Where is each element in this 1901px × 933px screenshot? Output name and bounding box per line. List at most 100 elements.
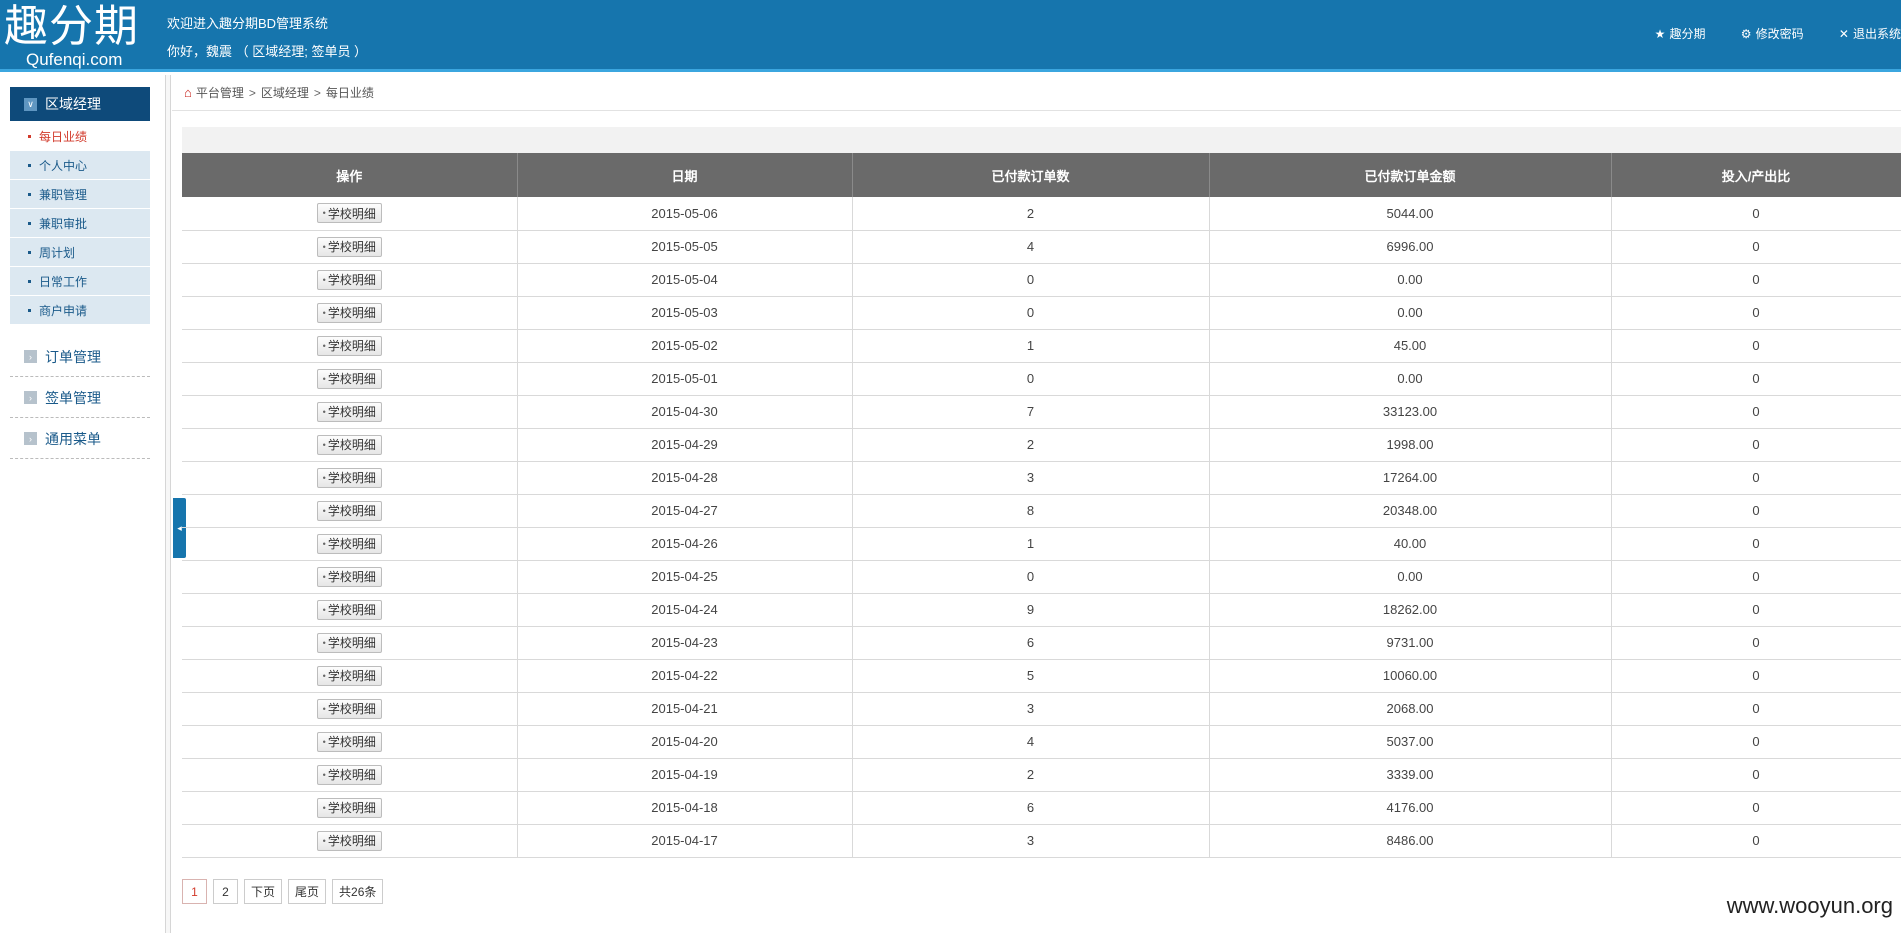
cell-roi: 0 xyxy=(1611,395,1901,429)
logout-link[interactable]: ✕ 退出系统 xyxy=(1839,25,1901,42)
column-header-paid-amount[interactable]: 已付款订单金额 xyxy=(1209,153,1612,197)
school-detail-label: 学校明细 xyxy=(327,768,376,782)
cell-roi: 0 xyxy=(1611,428,1901,462)
sidebar-item-parttime-management[interactable]: 兼职管理 xyxy=(10,179,150,208)
next-page-button[interactable]: 下页 xyxy=(244,879,283,904)
cell-roi: 0 xyxy=(1611,824,1901,858)
page-2-button[interactable]: 2 xyxy=(213,879,238,904)
bullet-icon: • xyxy=(322,703,326,714)
school-detail-button[interactable]: • 学校明细 xyxy=(316,368,382,389)
breadcrumb: ⌂ 平台管理 > 区域经理 > 每日业绩 xyxy=(172,75,1901,111)
last-page-button[interactable]: 尾页 xyxy=(288,879,327,904)
cell-roi: 0 xyxy=(1611,692,1901,726)
breadcrumb-item-platform[interactable]: 平台管理 xyxy=(196,84,244,101)
home-site-link[interactable]: ★ 趣分期 xyxy=(1655,25,1706,42)
sidebar-group-order-management[interactable]: › 订单管理 xyxy=(10,337,150,377)
school-detail-button[interactable]: • 学校明细 xyxy=(316,434,382,455)
cell-paid-orders: 3 xyxy=(852,461,1210,495)
school-detail-button[interactable]: • 学校明细 xyxy=(316,830,382,851)
cell-roi: 0 xyxy=(1611,329,1901,363)
column-header-paid-orders[interactable]: 已付款订单数 xyxy=(852,153,1210,197)
sidebar-item-weekly-plan[interactable]: 周计划 xyxy=(10,237,150,266)
breadcrumb-item-region-manager[interactable]: 区域经理 xyxy=(261,84,309,101)
breadcrumb-separator: > xyxy=(248,85,256,100)
column-header-date[interactable]: 日期 xyxy=(517,153,853,197)
bullet-icon: • xyxy=(322,241,326,252)
cell-paid-orders: 4 xyxy=(852,230,1210,264)
cell-action: • 学校明细 xyxy=(182,197,518,231)
home-icon[interactable]: ⌂ xyxy=(184,85,192,100)
school-detail-label: 学校明细 xyxy=(327,240,376,254)
sidebar-group-label: 签单管理 xyxy=(45,389,101,406)
cell-roi: 0 xyxy=(1611,758,1901,792)
cell-date: 2015-05-01 xyxy=(517,362,853,396)
school-detail-button[interactable]: • 学校明细 xyxy=(316,698,382,719)
logo-main-text: 趣分期 xyxy=(4,1,139,52)
school-detail-button[interactable]: • 学校明细 xyxy=(316,533,382,554)
cell-action: • 学校明细 xyxy=(182,560,518,594)
change-password-link[interactable]: ⚙ 修改密码 xyxy=(1741,25,1804,42)
school-detail-button[interactable]: • 学校明细 xyxy=(316,335,382,356)
school-detail-button[interactable]: • 学校明细 xyxy=(316,401,382,422)
cell-date: 2015-05-05 xyxy=(517,230,853,264)
cell-action: • 学校明细 xyxy=(182,263,518,297)
school-detail-button[interactable]: • 学校明细 xyxy=(316,302,382,323)
sidebar-item-label: 日常工作 xyxy=(39,274,88,289)
school-detail-label: 学校明细 xyxy=(327,306,376,320)
sidebar-item-parttime-approval[interactable]: 兼职审批 xyxy=(10,208,150,237)
cell-date: 2015-04-28 xyxy=(517,461,853,495)
sidebar-group-common-menu[interactable]: › 通用菜单 xyxy=(10,419,150,459)
school-detail-button[interactable]: • 学校明细 xyxy=(316,566,382,587)
school-detail-button[interactable]: • 学校明细 xyxy=(316,203,382,224)
sidebar-item-personal-center[interactable]: 个人中心 xyxy=(10,150,150,179)
sidebar-item-daily-work[interactable]: 日常工作 xyxy=(10,266,150,295)
table-row: • 学校明细 2015-04-20 4 5037.00 0 xyxy=(182,725,1901,759)
cell-date: 2015-04-19 xyxy=(517,758,853,792)
table-row: • 学校明细 2015-04-22 5 10060.00 0 xyxy=(182,659,1901,693)
brand-logo[interactable]: 趣分期 Qufenqi.com xyxy=(4,2,154,70)
bullet-icon xyxy=(28,221,31,225)
total-count: 共26条 xyxy=(332,879,384,904)
cell-action: • 学校明细 xyxy=(182,791,518,825)
table-row: • 学校明细 2015-05-05 4 6996.00 0 xyxy=(182,230,1901,264)
page-1-button[interactable]: 1 xyxy=(182,879,207,904)
cell-action: • 学校明细 xyxy=(182,692,518,726)
bullet-icon xyxy=(28,134,31,138)
sidebar-divider[interactable] xyxy=(165,75,171,933)
school-detail-button[interactable]: • 学校明细 xyxy=(316,236,382,257)
table-row: • 学校明细 2015-04-27 8 20348.00 0 xyxy=(182,494,1901,528)
school-detail-label: 学校明细 xyxy=(327,735,376,749)
bullet-icon: • xyxy=(322,208,326,219)
cell-paid-orders: 9 xyxy=(852,593,1210,627)
bullet-icon: • xyxy=(322,406,326,417)
column-header-roi[interactable]: 投入/产出比 xyxy=(1611,153,1901,197)
school-detail-button[interactable]: • 学校明细 xyxy=(316,632,382,653)
cell-action: • 学校明细 xyxy=(182,329,518,363)
school-detail-button[interactable]: • 学校明细 xyxy=(316,599,382,620)
school-detail-label: 学校明细 xyxy=(327,273,376,287)
school-detail-label: 学校明细 xyxy=(327,339,376,353)
cell-paid-orders: 2 xyxy=(852,197,1210,231)
bullet-icon: • xyxy=(322,340,326,351)
bullet-icon: • xyxy=(322,670,326,681)
school-detail-button[interactable]: • 学校明细 xyxy=(316,665,382,686)
sidebar-group-signing-management[interactable]: › 签单管理 xyxy=(10,378,150,418)
cell-paid-amount: 10060.00 xyxy=(1209,659,1612,693)
breadcrumb-item-current: 每日业绩 xyxy=(325,86,374,100)
cell-action: • 学校明细 xyxy=(182,659,518,693)
school-detail-button[interactable]: • 学校明细 xyxy=(316,731,382,752)
table-row: • 学校明细 2015-05-06 2 5044.00 0 xyxy=(182,197,1901,231)
cell-action: • 学校明细 xyxy=(182,527,518,561)
sidebar-section-region-manager[interactable]: ∨ 区域经理 xyxy=(10,87,150,121)
sidebar-item-merchant-application[interactable]: 商户申请 xyxy=(10,295,150,324)
school-detail-button[interactable]: • 学校明细 xyxy=(316,500,382,521)
daily-performance-table: 操作 日期 已付款订单数 已付款订单金额 投入/产出比 • 学校明细 2015-05… xyxy=(182,153,1901,858)
school-detail-button[interactable]: • 学校明细 xyxy=(316,467,382,488)
school-detail-button[interactable]: • 学校明细 xyxy=(316,269,382,290)
chevron-right-icon: › xyxy=(24,432,37,445)
cell-date: 2015-05-03 xyxy=(517,296,853,330)
school-detail-button[interactable]: • 学校明细 xyxy=(316,797,382,818)
sidebar-item-daily-performance[interactable]: 每日业绩 xyxy=(10,121,150,150)
school-detail-button[interactable]: • 学校明细 xyxy=(316,764,382,785)
cell-paid-amount: 20348.00 xyxy=(1209,494,1612,528)
